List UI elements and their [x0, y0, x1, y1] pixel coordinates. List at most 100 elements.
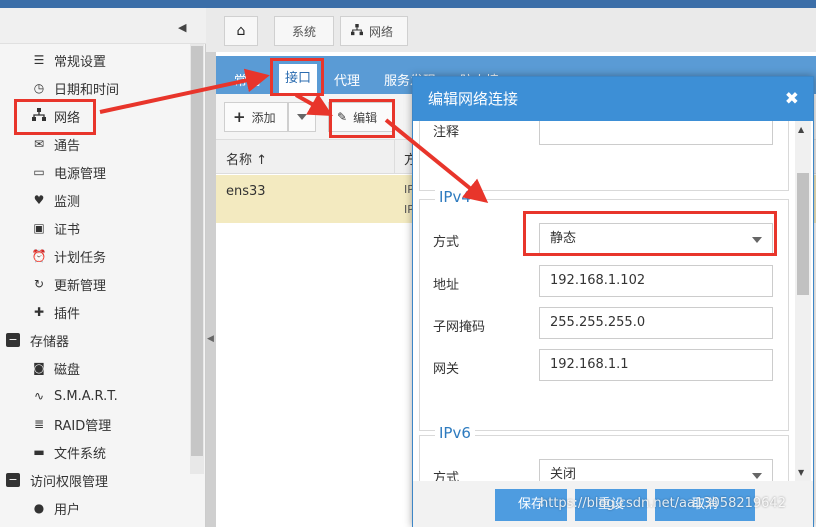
close-icon[interactable]: ✖ [785, 77, 799, 121]
sidebar-group-label: 存储器 [30, 334, 70, 350]
sidebar-item-update-management[interactable]: ↻ 更新管理 [30, 272, 106, 296]
sidebar-group-storage[interactable]: − 存储器 [6, 328, 69, 352]
add-dropdown-button[interactable] [288, 102, 316, 132]
sidebar-item-users[interactable]: ● 用户 [30, 496, 80, 520]
sidebar-group-access-rights[interactable]: − 访问权限管理 [6, 468, 108, 492]
sidebar-header: ◀ [0, 8, 206, 44]
tab-proxy[interactable]: 代理 [334, 70, 360, 89]
tab-general[interactable]: 常规 [234, 70, 260, 89]
sidebar-item-label: 监测 [54, 194, 81, 210]
row-name-cell: ens33 [226, 184, 266, 199]
folder-icon: ▬ [33, 445, 45, 459]
ipv6-method-value: 关闭 [550, 467, 577, 481]
chevron-left-icon[interactable]: ◀ [207, 334, 214, 344]
ipv6-method-label: 方式 [433, 471, 460, 481]
sort-up-icon: ↑ [256, 153, 268, 168]
edit-button-label: 编辑 [353, 110, 378, 125]
ipv4-gateway-field[interactable]: 192.168.1.1 [539, 349, 773, 381]
sidebar-item-raid[interactable]: ≣ RAID管理 [30, 412, 111, 436]
edit-button[interactable]: ✎ 编辑 [328, 102, 394, 132]
chevron-down-icon [752, 237, 762, 243]
sidebar-item-label: 计划任务 [54, 250, 107, 266]
column-header-name[interactable]: 名称 ↑ [226, 149, 267, 168]
tab-interfaces[interactable]: 接口 [279, 64, 317, 94]
sliders-icon: ☰ [33, 53, 45, 67]
sidebar-item-label: RAID管理 [54, 418, 112, 434]
pulse-icon: ∿ [33, 389, 45, 403]
disk-icon: ◙ [33, 361, 45, 375]
sidebar-item-plugins[interactable]: ✚ 插件 [30, 300, 80, 324]
sidebar-item-disks[interactable]: ◙ 磁盘 [30, 356, 80, 380]
sidebar-item-label: 常规设置 [54, 54, 107, 70]
sidebar-item-power[interactable]: ▭ 电源管理 [30, 160, 106, 184]
panel-splitter[interactable]: ◀ [206, 52, 216, 527]
sidebar-item-label: 通告 [54, 138, 81, 154]
breadcrumb-home[interactable]: ⌂ [224, 16, 258, 46]
ipv4-method-select[interactable]: 静态 [539, 223, 773, 255]
sidebar-item-label: 电源管理 [54, 166, 107, 182]
comment-textarea[interactable] [539, 121, 773, 145]
sidebar-item-label: 更新管理 [54, 278, 107, 294]
edit-network-dialog: 编辑网络连接 ✖ 注释 IPv4 方式 静态 地址 192.168.1.102 … [412, 76, 814, 527]
chevron-down-icon [752, 473, 762, 479]
dialog-title: 编辑网络连接 [428, 90, 519, 108]
sidebar-item-monitoring[interactable]: ♥ 监测 [30, 188, 80, 212]
power-icon: ▭ [33, 165, 45, 179]
breadcrumb-label: 网络 [369, 24, 394, 39]
sidebar-item-label: 证书 [54, 222, 81, 238]
refresh-icon: ↻ [33, 277, 45, 291]
sidebar-item-notification[interactable]: ✉ 通告 [30, 132, 80, 156]
sidebar-item-label: S.M.A.R.T. [54, 388, 118, 404]
dialog-scrollbar[interactable]: ▲ ▼ [795, 121, 811, 481]
sidebar-group-label: 访问权限管理 [30, 474, 109, 490]
sidebar-item-filesystems[interactable]: ▬ 文件系统 [30, 440, 106, 464]
network-icon [30, 107, 48, 125]
comment-label: 注释 [433, 125, 460, 140]
add-button[interactable]: + 添加 [224, 102, 288, 132]
ipv4-method-value: 静态 [550, 231, 577, 246]
watermark: https://blog.csdn.net/aa13058219642 [540, 496, 786, 511]
sidebar-item-general[interactable]: ☰ 常规设置 [30, 48, 106, 72]
breadcrumb-label: 系统 [291, 24, 316, 39]
sidebar-item-smart[interactable]: ∿ S.M.A.R.T. [30, 384, 118, 408]
sidebar-item-label: 文件系统 [54, 446, 107, 462]
database-icon: ≣ [33, 417, 45, 431]
heartbeat-icon: ♥ [33, 193, 45, 207]
user-icon: ● [33, 501, 45, 515]
ipv4-address-field[interactable]: 192.168.1.102 [539, 265, 773, 297]
scroll-down-icon[interactable]: ▼ [798, 468, 804, 477]
sidebar-item-network[interactable]: 网络 [30, 104, 80, 128]
ipv6-legend: IPv6 [435, 424, 475, 442]
alarm-clock-icon: ⏰ [31, 249, 47, 263]
sidebar-item-label: 网络 [54, 110, 81, 126]
sidebar-item-datetime[interactable]: ◷ 日期和时间 [30, 76, 119, 100]
sidebar-item-label: 插件 [54, 306, 81, 322]
sidebar-item-label: 磁盘 [54, 362, 81, 378]
dialog-title-bar[interactable]: 编辑网络连接 ✖ [413, 77, 813, 121]
breadcrumb-network[interactable]: 网络 [340, 16, 408, 46]
scroll-up-icon[interactable]: ▲ [798, 125, 804, 134]
collapse-left-icon[interactable]: ◀ [178, 21, 186, 34]
pencil-icon: ✎ [337, 110, 348, 124]
breadcrumb-system[interactable]: 系统 [274, 16, 334, 46]
ipv4-gateway-label: 网关 [433, 362, 460, 377]
caret-down-icon [297, 114, 307, 120]
puzzle-icon: ✚ [33, 305, 45, 319]
dialog-body: 注释 IPv4 方式 静态 地址 192.168.1.102 子网掩码 255.… [413, 121, 813, 481]
collapse-icon[interactable]: − [6, 333, 20, 347]
collapse-icon[interactable]: − [6, 473, 20, 487]
dialog-scroll-thumb[interactable] [797, 173, 809, 295]
sidebar-scroll-thumb[interactable] [191, 46, 203, 456]
ipv4-netmask-field[interactable]: 255.255.255.0 [539, 307, 773, 339]
ipv4-netmask-label: 子网掩码 [433, 320, 486, 335]
top-bar [0, 0, 816, 8]
sidebar-item-certificates[interactable]: ▣ 证书 [30, 216, 80, 240]
home-icon: ⌂ [236, 23, 246, 39]
ipv6-method-select[interactable]: 关闭 [539, 459, 773, 481]
plus-icon: + [233, 108, 246, 126]
ipv4-legend: IPv4 [435, 188, 475, 206]
ipv4-address-label: 地址 [433, 278, 460, 293]
network-icon [351, 23, 363, 39]
sidebar-item-label: 日期和时间 [54, 82, 120, 98]
sidebar-item-scheduled-jobs[interactable]: ⏰ 计划任务 [30, 244, 107, 268]
